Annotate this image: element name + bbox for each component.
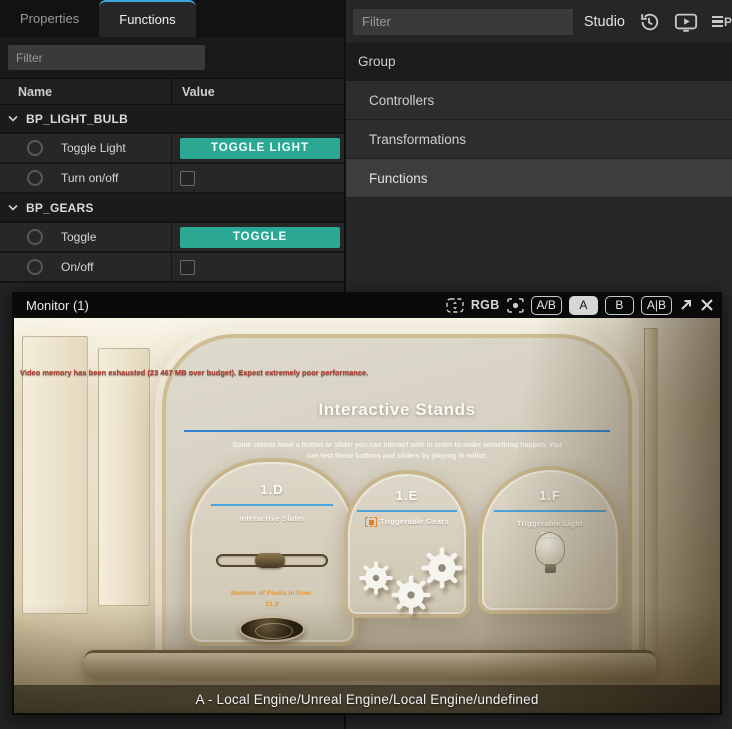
name-cell: Toggle Light: [0, 134, 172, 162]
toggle-button[interactable]: TOGGLE: [180, 227, 340, 248]
group-filter-input[interactable]: [353, 9, 573, 35]
monitor-header[interactable]: Monitor (1) RGB A/B A B A|B: [12, 292, 722, 318]
remote-control-app: Properties Functions Name Value BP_LIGHT…: [0, 0, 732, 729]
onoff-checkbox[interactable]: [180, 260, 195, 275]
function-label: Toggle: [61, 230, 96, 244]
filter-row: [0, 37, 344, 78]
chevron-down-icon: [8, 204, 18, 211]
menu-p-icon[interactable]: P: [712, 15, 732, 29]
stand-1e: 1.E Triggerable Gears: [344, 470, 470, 618]
group-row-bp-light-bulb[interactable]: BP_LIGHT_BULB: [0, 105, 344, 134]
stand-underline: [357, 510, 457, 512]
group-name: BP_LIGHT_BULB: [26, 112, 128, 126]
group-list: Group Controllers Transformations Functi…: [346, 43, 732, 198]
rgb-channel-button[interactable]: RGB: [471, 298, 500, 312]
functions-filter-input[interactable]: [8, 45, 205, 70]
value-cell: [172, 164, 344, 192]
scene-title: Interactive Stands: [166, 400, 628, 420]
name-cell: On/off: [0, 253, 172, 281]
monitor-window: Monitor (1) RGB A/B A B A|B: [12, 292, 722, 715]
light-bulb-icon: [535, 532, 565, 573]
stand-id: 1.F: [482, 488, 618, 503]
tab-functions[interactable]: Functions: [99, 0, 195, 37]
group-row-bp-gears[interactable]: BP_GEARS: [0, 194, 344, 223]
pixel-inspect-icon[interactable]: [507, 298, 524, 313]
group-name: BP_GEARS: [26, 201, 94, 215]
channel-aib-button[interactable]: A|B: [641, 296, 672, 315]
turn-onoff-checkbox[interactable]: [180, 171, 195, 186]
status-circle-icon: [27, 229, 43, 245]
name-cell: Toggle: [0, 223, 172, 251]
menu-p-label: P: [724, 15, 732, 29]
stand-underline: [211, 504, 333, 506]
table-header: Name Value: [0, 78, 344, 105]
channel-b-button[interactable]: B: [605, 296, 634, 315]
pixels-row-label: Number of Pixels in Row:: [190, 590, 354, 597]
fit-screen-icon[interactable]: [446, 298, 464, 313]
value-cell: TOGGLE LIGHT: [172, 134, 344, 162]
interactive-slider[interactable]: [216, 554, 328, 567]
topbar-icons: P: [638, 11, 732, 33]
stand-label: Interactive Slider: [190, 514, 354, 523]
list-item-transformations[interactable]: Transformations: [346, 120, 732, 159]
slider-knob[interactable]: [255, 553, 285, 568]
title-underline: [184, 430, 609, 432]
column-header-name: Name: [0, 79, 172, 104]
stand-label: Triggerable Gears: [348, 517, 466, 527]
bulb-base: [545, 564, 556, 573]
viewport-3d-scene[interactable]: Interactive Stands Some stands have a bu…: [14, 318, 720, 713]
stand-id: 1.D: [190, 482, 354, 497]
status-circle-icon: [27, 170, 43, 186]
close-icon[interactable]: [700, 298, 714, 312]
bulb-glass: [535, 532, 565, 566]
value-cell: [172, 253, 344, 281]
function-label: On/off: [61, 260, 93, 274]
function-label: Turn on/off: [61, 171, 118, 185]
monitor-toolbar: RGB A/B A B A|B: [446, 296, 714, 315]
selection-box-icon: [365, 517, 377, 527]
viewport-status-bar: A - Local Engine/Unreal Engine/Local Eng…: [14, 685, 720, 713]
video-memory-warning: Video memory has been exhausted (23 467 …: [20, 368, 368, 377]
table-row: Turn on/off: [0, 164, 344, 194]
stand-id: 1.E: [348, 488, 466, 503]
list-item-controllers[interactable]: Controllers: [346, 81, 732, 120]
gear-icon: [358, 560, 394, 596]
status-circle-icon: [27, 140, 43, 156]
hamburger-icon: [712, 16, 723, 28]
chevron-down-icon: [8, 115, 18, 122]
monitor-title: Monitor (1): [26, 298, 89, 313]
table-row: Toggle Light TOGGLE LIGHT: [0, 134, 344, 164]
name-cell: Turn on/off: [0, 164, 172, 192]
table-row: Toggle TOGGLE: [0, 223, 344, 253]
stand-underline: [494, 510, 606, 512]
ab-compare-button[interactable]: A/B: [531, 296, 562, 315]
group-list-header[interactable]: Group: [346, 43, 732, 81]
toggle-light-button[interactable]: TOGGLE LIGHT: [180, 138, 340, 159]
function-label: Toggle Light: [61, 141, 126, 155]
channel-a-button[interactable]: A: [569, 296, 598, 315]
status-circle-icon: [27, 259, 43, 275]
left-door-panel: [22, 336, 88, 614]
studio-label: Studio: [584, 14, 625, 30]
tab-properties[interactable]: Properties: [0, 0, 99, 37]
popout-icon[interactable]: [679, 298, 693, 312]
list-item-functions[interactable]: Functions: [346, 159, 732, 198]
tab-bar: Properties Functions: [0, 0, 344, 37]
stand-1f: 1.F Triggerable Light Bulb: [478, 466, 622, 614]
playback-monitor-icon[interactable]: [674, 11, 698, 33]
left-door-panel: [98, 348, 150, 606]
gear-icon: [420, 546, 464, 590]
table-row: On/off: [0, 253, 344, 283]
column-header-value: Value: [172, 85, 215, 99]
right-topbar: Studio: [346, 0, 732, 43]
history-icon[interactable]: [638, 11, 660, 33]
value-cell: TOGGLE: [172, 223, 344, 251]
